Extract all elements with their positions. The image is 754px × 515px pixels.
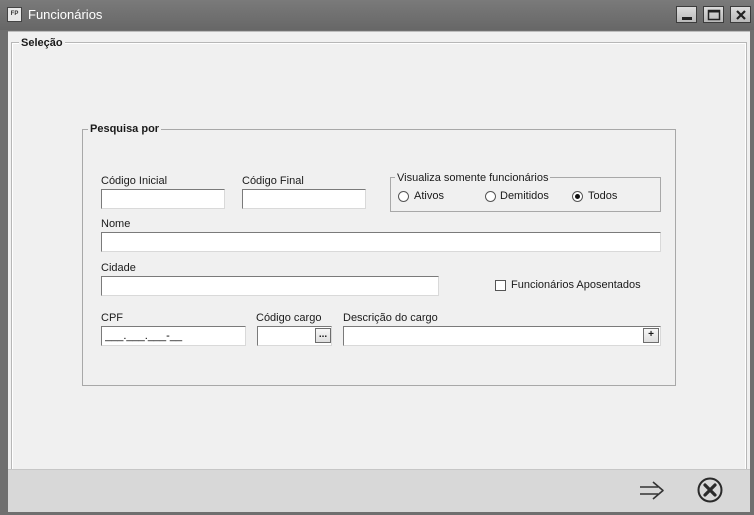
minimize-button[interactable] [676,6,697,23]
confirm-button[interactable] [636,476,668,506]
visualiza-legend: Visualiza somente funcionários [395,172,551,184]
bottom-toolbar [8,469,750,512]
radio-ativos-label[interactable]: Ativos [414,190,444,202]
cidade-input[interactable] [101,276,439,296]
radio-todos[interactable] [572,191,583,202]
window-client-area: Seleção Pesquisa por Código Inicial Códi… [8,31,750,512]
cpf-label: CPF [101,312,123,324]
cidade-label: Cidade [101,262,136,274]
codigo-final-input[interactable] [242,189,366,209]
funcionarios-window: FP Funcionários Seleção Pesquisa por Cód… [0,0,754,515]
descricao-cargo-input[interactable] [343,326,661,346]
descricao-cargo-label: Descrição do cargo [343,312,438,324]
codigo-cargo-lookup-button[interactable]: ... [315,328,331,343]
radio-demitidos-label[interactable]: Demitidos [500,190,549,202]
selecao-legend: Seleção [19,37,65,49]
close-icon [736,10,746,20]
arrow-right-icon [640,481,664,500]
radio-ativos[interactable] [398,191,409,202]
app-icon: FP [7,7,22,22]
pesquisa-legend: Pesquisa por [88,123,162,135]
pesquisa-groupbox [82,129,676,386]
nome-label: Nome [101,218,131,230]
maximize-button[interactable] [703,6,724,23]
minimize-icon [682,17,692,20]
close-window-button[interactable] [730,6,751,23]
window-title: Funcionários [28,7,103,22]
cpf-input[interactable] [101,326,246,346]
aposentados-checkbox[interactable] [495,280,506,291]
codigo-inicial-input[interactable] [101,189,225,209]
codigo-final-label: Código Final [242,175,304,187]
descricao-cargo-expand-button[interactable]: + [643,328,659,343]
radio-todos-label[interactable]: Todos [588,190,617,202]
aposentados-label[interactable]: Funcionários Aposentados [511,279,641,291]
radio-demitidos[interactable] [485,191,496,202]
maximize-icon [707,9,721,21]
close-button[interactable] [694,475,726,505]
title-bar[interactable]: FP Funcionários [0,0,754,30]
codigo-cargo-label: Código cargo [256,312,322,324]
codigo-inicial-label: Código Inicial [101,175,168,187]
close-circle-icon [697,477,723,503]
nome-input[interactable] [101,232,661,252]
